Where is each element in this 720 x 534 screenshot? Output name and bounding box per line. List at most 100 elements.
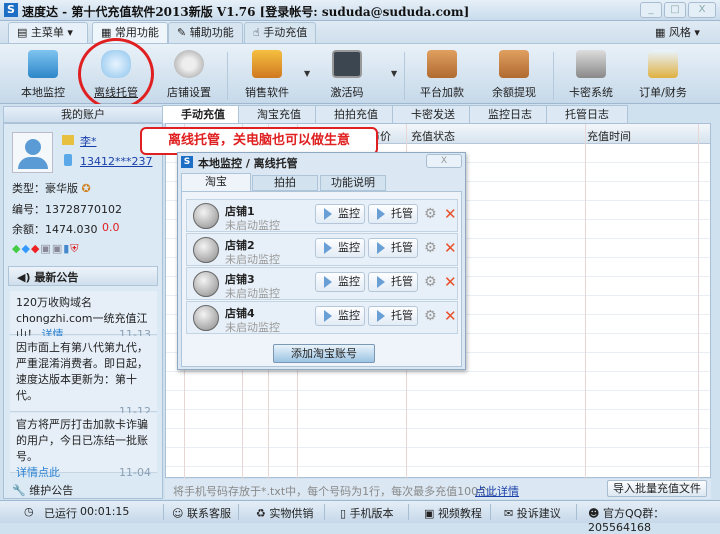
wangwang-avatar-icon <box>193 237 219 263</box>
delete-icon[interactable]: ✕ <box>444 273 457 291</box>
service-icons[interactable]: ◆◆◆▣▣▮⛨ <box>12 242 80 256</box>
shop-status: 未启动监控 <box>225 287 280 300</box>
shop-row: 店铺1 未启动监控 监控 托管 ⚙ ✕ <box>186 199 458 232</box>
phone-link[interactable]: 13412***237 <box>80 155 153 168</box>
lock-card-icon[interactable]: ▣ <box>40 242 51 255</box>
tab-hosting-log[interactable]: 托管日志 <box>546 105 628 123</box>
video-tutorial-button[interactable]: ▣ 视频教程 <box>424 505 482 521</box>
column-header[interactable]: 充值时间 <box>587 128 631 144</box>
balance-secondary: 0.0 <box>102 221 120 234</box>
delete-icon[interactable]: ✕ <box>444 205 457 223</box>
paperclip-icon: ✎ <box>177 26 190 39</box>
play-icon <box>324 208 332 220</box>
tab-manual-recharge[interactable]: ☝ 手动充值 <box>244 22 317 43</box>
notice-item[interactable]: 120万收购域名chongzhi.com一统充值江山！ 详情 11-13 <box>10 291 157 341</box>
phone-icon <box>64 154 72 166</box>
separator <box>553 52 554 100</box>
separator <box>576 504 577 520</box>
gear-icon[interactable]: ⚙ <box>424 206 437 222</box>
gear-icon[interactable]: ⚙ <box>424 274 437 290</box>
monitor-button[interactable]: 监控 <box>315 306 365 326</box>
notice-item[interactable]: 因市面上有第八代第九代，严重混淆消费者。即日起，速度达版本更新为：第十代。 11-… <box>10 336 157 418</box>
close-button[interactable]: X <box>688 2 716 18</box>
account-panel: 李* 13412***237 类型：豪华版 ✪ 编号：13728770102 余… <box>3 123 163 499</box>
chevron-down-icon[interactable]: ▼ <box>391 69 397 78</box>
dialog-tab-paipai[interactable]: 拍拍 <box>252 175 318 191</box>
card-icon[interactable]: ▣ <box>52 242 63 255</box>
tab-monitor-log[interactable]: 监控日志 <box>469 105 551 123</box>
tab-taobao[interactable]: 淘宝充值 <box>238 105 320 123</box>
details-link[interactable]: 点此详情 <box>475 483 519 499</box>
wangwang-avatar-icon <box>193 271 219 297</box>
minimize-button[interactable]: _ <box>640 2 662 18</box>
delete-icon[interactable]: ✕ <box>444 307 457 325</box>
monitor-button[interactable]: 监控 <box>315 238 365 258</box>
activation-code-button[interactable]: 激活码 <box>312 48 382 102</box>
dialog-tab-taobao[interactable]: 淘宝 <box>181 173 251 191</box>
shop-row: 店铺4 未启动监控 监控 托管 ⚙ ✕ <box>186 301 458 334</box>
blue-diamond-icon[interactable]: ◆ <box>21 242 30 255</box>
tab-card-send[interactable]: 卡密发送 <box>392 105 474 123</box>
red-diamond-icon[interactable]: ◆ <box>31 242 40 255</box>
local-monitor-button[interactable]: 本地监控 <box>8 48 78 102</box>
platform-deposit-button[interactable]: 平台加款 <box>407 48 477 102</box>
maintenance-notice-button[interactable]: 🔧 维护公告 <box>12 482 73 498</box>
host-button[interactable]: 托管 <box>368 238 418 258</box>
notices-header: ◀) 最新公告 <box>8 266 158 286</box>
shield-icon[interactable]: ⛨ <box>70 242 79 255</box>
orders-finance-button[interactable]: 订单/财务 <box>628 48 698 102</box>
maximize-button[interactable]: □ <box>664 2 686 18</box>
play-icon <box>377 208 385 220</box>
my-account-header: 我的账户 <box>3 106 163 123</box>
tab-manual[interactable]: 手动充值 <box>162 105 244 123</box>
wangwang-avatar-icon <box>193 305 219 331</box>
window-title: 速度达 - 第十代充值软件2013新版 V1.76 [登录帐号: sududa@… <box>22 5 470 19</box>
app-logo-icon: S <box>181 156 193 168</box>
delete-icon[interactable]: ✕ <box>444 239 457 257</box>
column-divider <box>698 124 699 479</box>
shop-settings-button[interactable]: 店铺设置 <box>154 48 224 102</box>
notice-link[interactable]: 详情点此 <box>16 466 60 479</box>
contact-support-button[interactable]: ☺ 联系客服 <box>172 505 231 521</box>
dialog-tab-help[interactable]: 功能说明 <box>320 175 386 191</box>
host-button[interactable]: 托管 <box>368 272 418 292</box>
qq-group[interactable]: ☻ 官方QQ群：205564168 <box>588 505 720 534</box>
dialog-title: 本地监控 / 离线托管 <box>198 157 298 170</box>
play-icon <box>324 242 332 254</box>
wangwang-avatar-icon <box>193 203 219 229</box>
host-button[interactable]: 托管 <box>368 204 418 224</box>
ledger-icon <box>648 50 678 78</box>
main-menu-button[interactable]: ▤ 主菜单 ▾ <box>8 22 88 43</box>
user-name-link[interactable]: 李* <box>80 133 97 149</box>
balance-value: 1474.030 <box>45 223 98 236</box>
card-system-button[interactable]: 卡密系统 <box>556 48 626 102</box>
style-menu[interactable]: ▦ 风格 ▾ <box>655 24 700 40</box>
status-bar: ◷ 已运行 00:01:15 ☺ 联系客服 ♻ 实物供销 ▯ 手机版本 ▣ 视频… <box>0 500 720 534</box>
dialog-close-button[interactable]: X <box>426 154 462 168</box>
tab-aux-functions[interactable]: ✎ 辅助功能 <box>168 22 243 43</box>
column-header[interactable]: 充值状态 <box>411 128 455 144</box>
sell-software-button[interactable]: 销售软件 <box>232 48 302 102</box>
monitor-button[interactable]: 监控 <box>315 204 365 224</box>
monitor-button[interactable]: 监控 <box>315 272 365 292</box>
feedback-button[interactable]: ✉ 投诉建议 <box>504 505 561 521</box>
import-batch-button[interactable]: 导入批量充值文件 <box>607 480 707 497</box>
speaker-icon: ◀) <box>17 271 35 284</box>
running-label: 已运行 <box>44 507 77 520</box>
add-taobao-account-button[interactable]: 添加淘宝账号 <box>273 344 375 363</box>
id-label: 编号： <box>12 203 45 216</box>
notice-item[interactable]: 官方将严厉打击加款卡诈骗的用户，今日已冻结一批账号。 详情点此 11-04 <box>10 413 157 479</box>
screen-icon <box>332 50 362 78</box>
tab-paipai[interactable]: 拍拍充值 <box>315 105 397 123</box>
mobile-version-button[interactable]: ▯ 手机版本 <box>340 505 394 521</box>
gear-icon[interactable]: ⚙ <box>424 308 437 324</box>
host-button[interactable]: 托管 <box>368 306 418 326</box>
gear-icon[interactable]: ⚙ <box>424 240 437 256</box>
monitor-icon <box>28 50 58 78</box>
highlight-circle <box>78 38 154 110</box>
chevron-down-icon[interactable]: ▼ <box>304 69 310 78</box>
shop-status: 未启动监控 <box>225 321 280 334</box>
wrench-icon: 🔧 <box>12 484 30 497</box>
physical-supply-button[interactable]: ♻ 实物供销 <box>256 505 313 521</box>
withdraw-button[interactable]: 余额提现 <box>479 48 549 102</box>
